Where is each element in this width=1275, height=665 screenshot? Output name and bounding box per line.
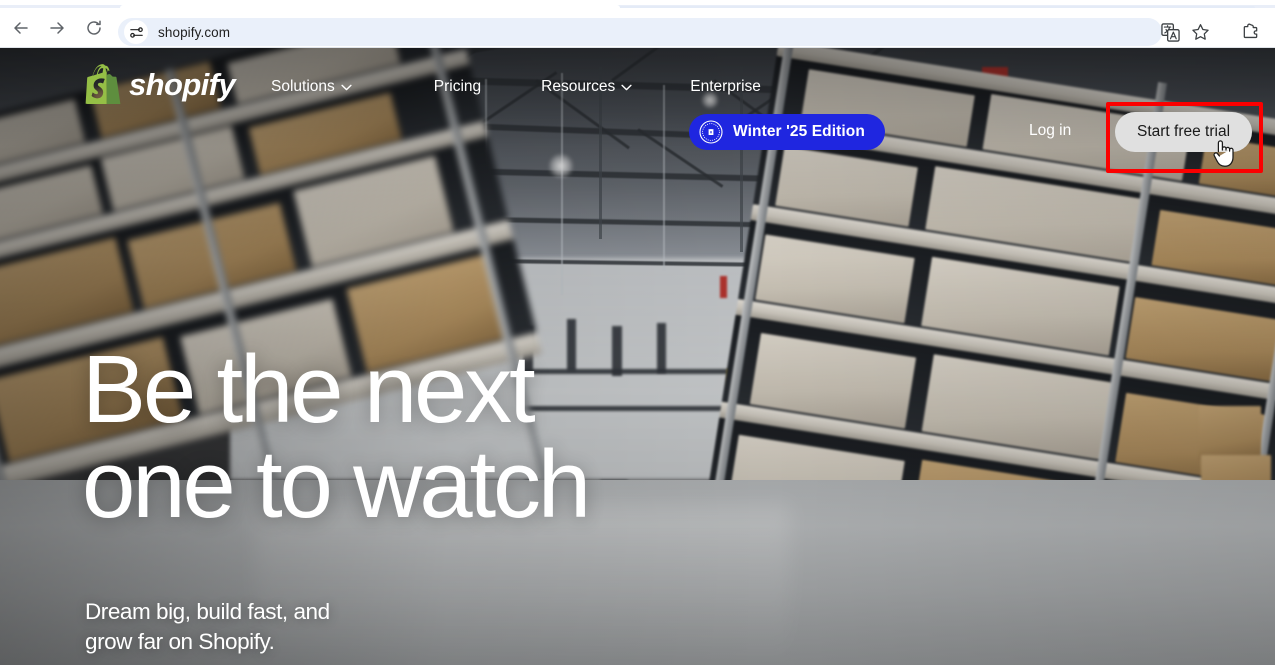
editions-seal-icon <box>699 120 723 144</box>
hero-heading: Be the next one to watch <box>82 336 591 539</box>
hero-copy: Be the next one to watch Dream big, buil… <box>0 48 1275 665</box>
nav-item-pricing[interactable]: Pricing <box>420 72 495 102</box>
winter-edition-promo-button[interactable]: Winter '25 Edition <box>689 114 885 150</box>
shopify-logo[interactable]: shopify <box>85 64 236 104</box>
chevron-down-icon <box>341 84 352 90</box>
nav-item-label: Enterprise <box>690 78 761 95</box>
brand-wordmark: shopify <box>129 66 236 102</box>
translate-icon <box>1160 22 1180 42</box>
translate-button[interactable] <box>1158 20 1182 44</box>
forward-arrow-icon <box>50 22 64 34</box>
back-arrow-icon <box>14 22 28 34</box>
tab-strip <box>0 0 1275 8</box>
page-viewport: shopify Solutions Pricing Resources Ente… <box>0 48 1275 665</box>
chevron-down-icon <box>621 84 632 90</box>
site-info-button[interactable] <box>124 20 148 44</box>
site-settings-icon <box>129 26 143 38</box>
browser-toolbar: shopify.com <box>0 8 1275 48</box>
pointer-hand-cursor <box>1213 140 1234 167</box>
primary-nav: Solutions Pricing Resources Enterprise <box>257 72 775 102</box>
nav-item-label: Pricing <box>433 78 482 95</box>
login-link[interactable]: Log in <box>1029 122 1071 140</box>
nav-item-enterprise[interactable]: Enterprise <box>676 72 775 102</box>
nav-item-solutions[interactable]: Solutions <box>257 72 366 102</box>
extensions-button[interactable] <box>1238 20 1262 44</box>
browser-chrome: shopify.com <box>0 0 1275 48</box>
back-button[interactable] <box>6 13 36 43</box>
reload-button[interactable] <box>79 13 109 43</box>
nav-item-label: Resources <box>541 78 616 95</box>
address-bar[interactable]: shopify.com <box>118 18 1162 46</box>
nav-item-label: Solutions <box>271 78 335 95</box>
hero-subheading: Dream big, build fast, and grow far on S… <box>85 599 330 654</box>
promo-label: Winter '25 Edition <box>733 123 865 140</box>
bookmark-button[interactable] <box>1188 20 1212 44</box>
reload-icon <box>87 20 101 35</box>
puzzle-piece-icon <box>1243 22 1257 38</box>
nav-item-resources[interactable]: Resources <box>527 72 646 102</box>
shopify-bag-icon <box>85 64 121 104</box>
forward-button[interactable] <box>42 13 72 43</box>
site-header: shopify Solutions Pricing Resources Ente… <box>0 48 1275 152</box>
url-text[interactable]: shopify.com <box>158 25 230 40</box>
star-icon <box>1191 23 1209 40</box>
